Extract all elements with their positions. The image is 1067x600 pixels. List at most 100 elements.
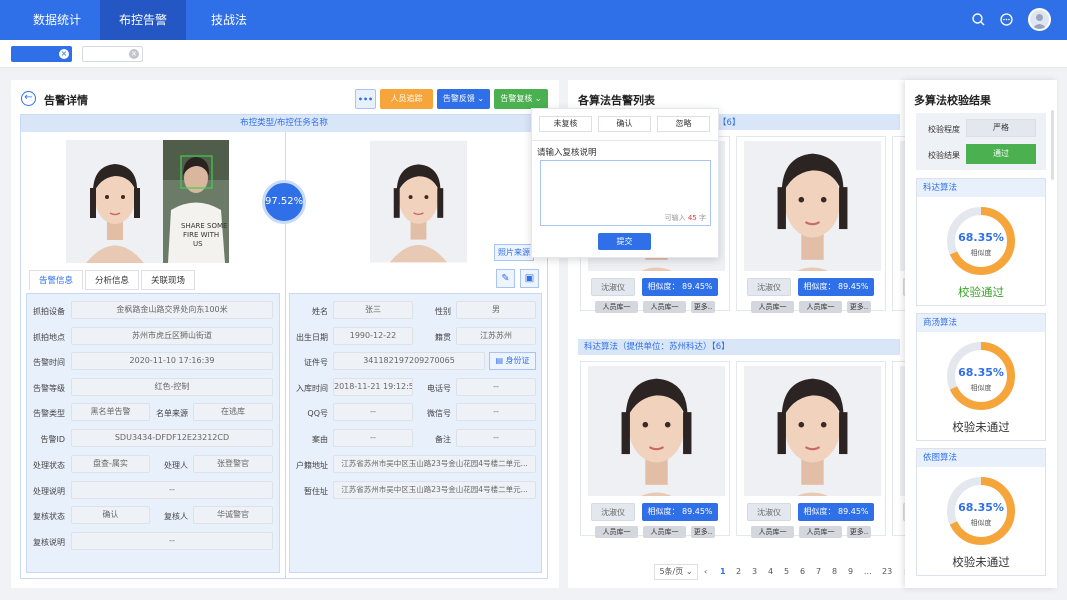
alarm-field-label-2: 名单来源 [156, 409, 188, 418]
alarm-field-label: 告警等级 [33, 384, 65, 393]
page-number[interactable]: 2 [736, 567, 741, 576]
more-tags-button[interactable]: 更多.. [691, 526, 715, 538]
filter-chip[interactable]: × [82, 46, 143, 62]
tab-related-scene[interactable]: 关联现场 [141, 270, 195, 290]
field-value-name: 张三 [333, 301, 413, 319]
page-size-label: 5条/页 [659, 567, 684, 576]
chevron-down-icon: ⌄ [477, 94, 485, 103]
popup-divider [531, 140, 719, 141]
alarm-field-value: 红色-控制 [71, 378, 273, 396]
svg-text:SHARE SOME: SHARE SOME [181, 222, 227, 230]
alarm-field-value: 确认 [71, 506, 150, 524]
chat-icon[interactable] [998, 11, 1015, 28]
alarm-field-value-2: 华诚警官 [193, 506, 273, 524]
library-tag[interactable]: 人员库一 [595, 526, 638, 538]
algorithm-percent: 68.35% [958, 501, 1004, 514]
tab-analysis-info[interactable]: 分析信息 [85, 270, 139, 290]
algorithm-result: 校验未通过 [952, 555, 1010, 569]
id-card-icon: ▤ [495, 356, 503, 365]
chevron-down-icon: ⌄ [534, 94, 542, 103]
alarm-field-label: 抓拍地点 [33, 333, 65, 342]
result-face-image[interactable] [744, 141, 881, 271]
id-card-button[interactable]: ▤ 身份证 [489, 352, 536, 370]
alarm-field-label: 告警时间 [33, 358, 65, 367]
field-value-phone: -- [456, 378, 536, 396]
alarm-field-value: 金枫路金山路交界处向东100米 [71, 301, 273, 319]
review-option-ignore[interactable]: 忽略 [657, 116, 710, 132]
more-tags-button[interactable]: 更多.. [847, 301, 871, 313]
prev-page-button[interactable]: ‹ [704, 567, 707, 576]
search-icon[interactable] [970, 11, 987, 28]
library-face-image[interactable] [370, 140, 467, 263]
page-number[interactable]: 6 [800, 567, 805, 576]
back-arrow-icon[interactable]: ← [21, 91, 36, 106]
submit-button[interactable]: 提交 [598, 233, 651, 250]
result-face-image[interactable] [588, 366, 725, 496]
filter-chip-active[interactable]: × [11, 46, 72, 62]
field-value-note: -- [456, 429, 536, 447]
alarm-feedback-button[interactable]: 告警反馈 ⌄ [437, 89, 490, 109]
library-tag[interactable]: 人员库一 [643, 301, 686, 313]
review-option-confirm[interactable]: 确认 [598, 116, 651, 132]
result-face-image[interactable] [744, 366, 881, 496]
result-name: 沈淑仪 [747, 278, 791, 296]
library-tag[interactable]: 人员库一 [751, 526, 794, 538]
alarm-field-label: 告警ID [40, 435, 65, 444]
alarm-review-button[interactable]: 告警复核 ⌄ [494, 89, 548, 109]
review-textarea[interactable]: 可输入 45 字 [540, 160, 711, 226]
scrollbar[interactable] [1051, 110, 1054, 180]
field-label-name: 姓名 [312, 307, 328, 316]
result-name: 沈淑仪 [747, 503, 791, 521]
alarm-field-label: 复核状态 [33, 512, 65, 521]
page-size-select[interactable]: 5条/页 ⌄ [654, 564, 698, 580]
person-track-button[interactable]: 人员追踪 [380, 89, 433, 109]
review-option-unreviewed[interactable]: 未复核 [539, 116, 592, 132]
library-tag[interactable]: 人员库一 [595, 301, 638, 313]
alarm-field-value: SDU3434-DFDF12E23212CD [71, 429, 273, 447]
library-tag[interactable]: 人员库一 [751, 301, 794, 313]
page-title: 告警详情 [44, 94, 88, 107]
more-button[interactable]: ••• [355, 89, 376, 109]
scene-image[interactable]: SHARE SOME FIRE WITH US [163, 140, 229, 263]
alarm-field-value-2: 张登警官 [193, 455, 273, 473]
nav-item-statistics[interactable]: 数据统计 [14, 0, 100, 40]
page-number[interactable]: 23 [882, 567, 892, 576]
field-label-birth: 出生日期 [296, 333, 328, 342]
page-number[interactable]: 4 [768, 567, 773, 576]
page-number[interactable]: 9 [848, 567, 853, 576]
library-tag[interactable]: 人员库一 [643, 526, 686, 538]
more-tags-button[interactable]: 更多.. [691, 301, 715, 313]
image-icon[interactable]: ▣ [520, 269, 539, 288]
more-tags-button[interactable]: 更多.. [847, 526, 871, 538]
edit-icon[interactable]: ✎ [496, 269, 515, 288]
similarity-value: 89.45% [838, 282, 869, 291]
page-number[interactable]: 3 [752, 567, 757, 576]
close-icon[interactable]: × [59, 49, 69, 59]
field-label-qq: QQ号 [307, 409, 328, 418]
review-prompt: 请输入复核说明 [537, 148, 597, 158]
alarm-field-label: 处理状态 [33, 461, 65, 470]
filter-bar [0, 40, 1067, 68]
photo-source-button[interactable]: 照片来源 [494, 244, 534, 261]
page-number[interactable]: 1 [720, 567, 726, 576]
library-tag[interactable]: 人员库一 [799, 526, 842, 538]
similarity-label: 相似度： [647, 282, 680, 291]
close-icon[interactable]: × [129, 49, 139, 59]
alarm-field-value-2: 在逃库 [193, 403, 273, 421]
algorithm-result: 校验通过 [958, 285, 1004, 299]
alarm-field-label-2: 复核人 [164, 512, 188, 521]
page-number[interactable]: 8 [832, 567, 837, 576]
page-number[interactable]: 5 [784, 567, 789, 576]
tab-alarm-info[interactable]: 告警信息 [29, 270, 83, 290]
svg-text:US: US [193, 240, 203, 248]
group1-count: 【6】 [718, 118, 741, 128]
page-number[interactable]: ... [864, 567, 872, 576]
user-avatar[interactable] [1028, 8, 1051, 31]
algorithm-percent: 68.35% [958, 366, 1004, 379]
page-number[interactable]: 7 [816, 567, 821, 576]
alarm-field-label: 处理说明 [33, 487, 65, 496]
capture-face-image[interactable] [66, 140, 164, 263]
nav-item-tactics[interactable]: 技战法 [186, 0, 272, 40]
nav-item-alarm[interactable]: 布控告警 [100, 0, 186, 40]
library-tag[interactable]: 人员库一 [799, 301, 842, 313]
